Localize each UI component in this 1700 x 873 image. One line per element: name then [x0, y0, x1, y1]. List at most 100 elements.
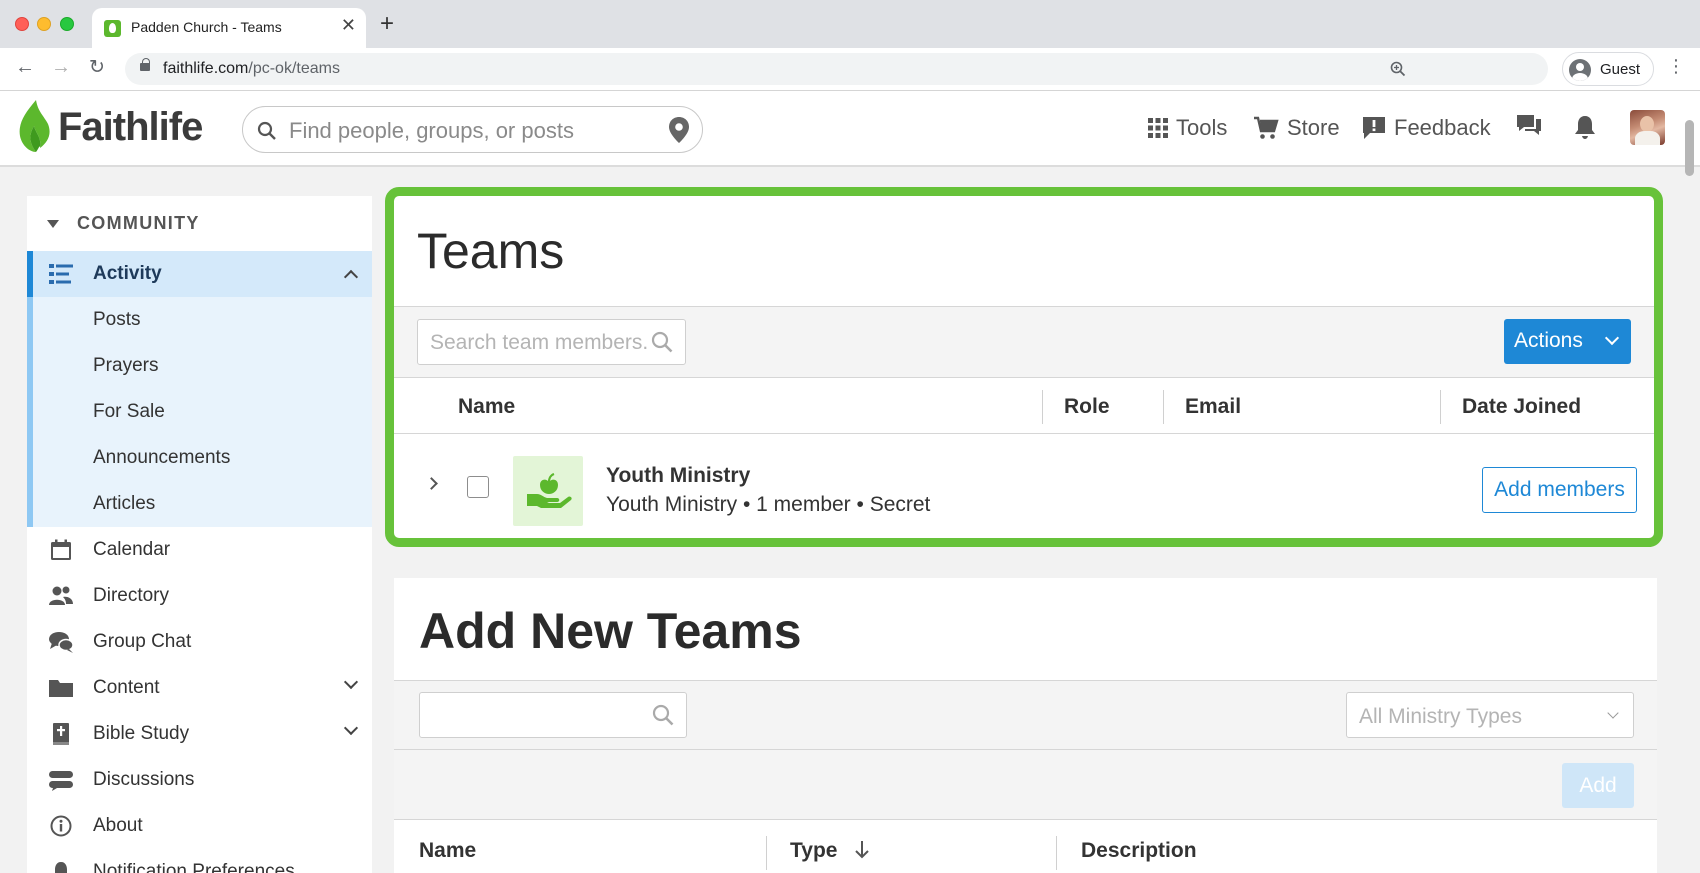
chevron-down-icon[interactable] [343, 720, 359, 736]
sidebar-item-articles[interactable]: Articles [27, 481, 372, 527]
ministry-type-value: All Ministry Types [1359, 705, 1522, 728]
search-icon [257, 121, 276, 140]
column-divider [766, 836, 767, 870]
sidebar-item-notification-preferences[interactable]: Notification Preferences [27, 849, 372, 873]
chevron-down-icon [1604, 330, 1620, 346]
add-teams-action-bar: Add [394, 750, 1657, 820]
reload-icon[interactable]: ↻ [89, 56, 105, 79]
browser-menu-icon[interactable]: ⋮ [1667, 56, 1685, 77]
browser-address-bar: ← → ↻ faithlife.com/pc-ok/teams Guest ⋮ [0, 48, 1700, 91]
tab-close-icon[interactable]: ✕ [341, 15, 356, 36]
nav-feedback-label: Feedback [1394, 115, 1491, 140]
sidebar-section-community[interactable]: COMMUNITY [27, 212, 372, 236]
sidebar-item-prayers[interactable]: Prayers [27, 343, 372, 389]
site-header: Faithlife Tools Store Feedback [0, 91, 1700, 167]
browser-tab[interactable]: Padden Church - Teams ✕ [92, 8, 366, 48]
sidebar-item-content[interactable]: Content [27, 665, 372, 711]
profile-button[interactable]: Guest [1562, 52, 1654, 86]
row-checkbox[interactable] [467, 476, 489, 498]
sidebar-item-about[interactable]: About [27, 803, 372, 849]
window-minimize-dot[interactable] [37, 17, 51, 31]
sidebar-item-discussions[interactable]: Discussions [27, 757, 372, 803]
chevron-right-icon[interactable] [425, 477, 438, 490]
ministry-type-select[interactable]: All Ministry Types [1346, 692, 1634, 738]
logo-wordmark: Faithlife [58, 105, 203, 149]
new-tab-button[interactable]: + [380, 10, 394, 38]
column-header-date-joined[interactable]: Date Joined [1462, 395, 1581, 419]
page-scrollbar[interactable] [1685, 120, 1694, 176]
team-member-search-input[interactable] [430, 331, 650, 355]
sidebar-item-label: Notification Preferences [93, 861, 295, 873]
flame-logo-icon [19, 100, 50, 152]
column-header-role[interactable]: Role [1064, 395, 1110, 419]
search-icon[interactable] [652, 704, 674, 726]
sidebar-item-for-sale[interactable]: For Sale [27, 389, 372, 435]
folder-icon [49, 680, 73, 697]
teams-table-header: Name Role Email Date Joined [394, 378, 1654, 434]
chevron-down-icon [1607, 707, 1619, 719]
sidebar-item-directory[interactable]: Directory [27, 573, 372, 619]
sidebar-item-calendar[interactable]: Calendar [27, 527, 372, 573]
actions-label: Actions [1514, 329, 1583, 352]
grid-icon [1148, 118, 1168, 138]
nav-store[interactable]: Store [1253, 115, 1340, 141]
sidebar-item-announcements[interactable]: Announcements [27, 435, 372, 481]
nav-feedback[interactable]: Feedback [1362, 115, 1491, 141]
bell-icon[interactable] [1573, 114, 1597, 140]
column-header-type[interactable]: Type [790, 839, 837, 863]
team-meta: Youth Ministry • 1 member • Secret [606, 493, 931, 516]
site-search-input[interactable] [289, 118, 649, 144]
chat-bubbles-icon [49, 632, 73, 653]
forward-arrow-icon[interactable]: → [51, 56, 71, 79]
column-header-name[interactable]: Name [419, 839, 476, 863]
sidebar-item-label: Activity [93, 263, 162, 284]
url-path: /pc-ok/teams [248, 60, 340, 77]
page-title: Teams [417, 223, 565, 279]
caret-down-icon [47, 220, 59, 228]
zoom-icon[interactable] [1390, 61, 1406, 80]
activity-list-icon [49, 264, 73, 284]
sidebar-item-label: Announcements [93, 447, 231, 468]
faithlife-favicon-icon [104, 20, 121, 37]
add-new-teams-card: Add New Teams All Ministry Types Add Nam… [394, 578, 1657, 873]
column-header-name[interactable]: Name [458, 395, 515, 419]
column-divider [1042, 390, 1043, 424]
messages-icon[interactable] [1515, 113, 1543, 139]
sidebar-item-activity-content: Activity [27, 251, 372, 297]
column-divider [1440, 390, 1441, 424]
feedback-icon [1363, 117, 1385, 139]
window-close-dot[interactable] [15, 17, 29, 31]
url-field[interactable]: faithlife.com/pc-ok/teams [125, 53, 1548, 85]
add-button[interactable]: Add [1562, 763, 1634, 808]
bible-icon [53, 723, 69, 745]
chevron-up-icon[interactable] [343, 269, 359, 285]
sort-arrow-down-icon[interactable] [854, 840, 870, 860]
user-avatar[interactable] [1630, 110, 1665, 145]
back-arrow-icon[interactable]: ← [15, 56, 35, 79]
location-pin-icon[interactable] [668, 116, 690, 144]
sidebar-item-label: Discussions [93, 769, 195, 790]
search-icon[interactable] [651, 331, 673, 353]
team-name-link[interactable]: Youth Ministry [606, 464, 750, 488]
browser-tab-bar: Padden Church - Teams ✕ + [0, 0, 1700, 48]
column-header-email[interactable]: Email [1185, 395, 1241, 419]
lock-icon [140, 58, 150, 71]
column-header-description[interactable]: Description [1081, 839, 1197, 863]
teams-card: Teams Actions Name Role Email Date Joine… [385, 187, 1663, 547]
sidebar-item-label: Posts [93, 309, 141, 330]
nav-tools[interactable]: Tools [1148, 115, 1227, 141]
site-search-box [242, 106, 703, 153]
actions-dropdown-button[interactable]: Actions [1504, 319, 1631, 364]
add-teams-search-field[interactable] [419, 692, 687, 738]
info-icon [50, 815, 72, 837]
sidebar-item-group-chat[interactable]: Group Chat [27, 619, 372, 665]
nav-store-label: Store [1287, 115, 1340, 140]
sidebar-item-label: For Sale [93, 401, 165, 422]
chevron-down-icon[interactable] [343, 674, 359, 690]
sidebar-item-label: Group Chat [93, 631, 192, 652]
sidebar-item-label: Calendar [93, 539, 171, 560]
window-zoom-dot[interactable] [60, 17, 74, 31]
sidebar-item-posts[interactable]: Posts [27, 297, 372, 343]
add-members-button[interactable]: Add members [1482, 467, 1637, 513]
sidebar-item-bible-study[interactable]: Bible Study [27, 711, 372, 757]
